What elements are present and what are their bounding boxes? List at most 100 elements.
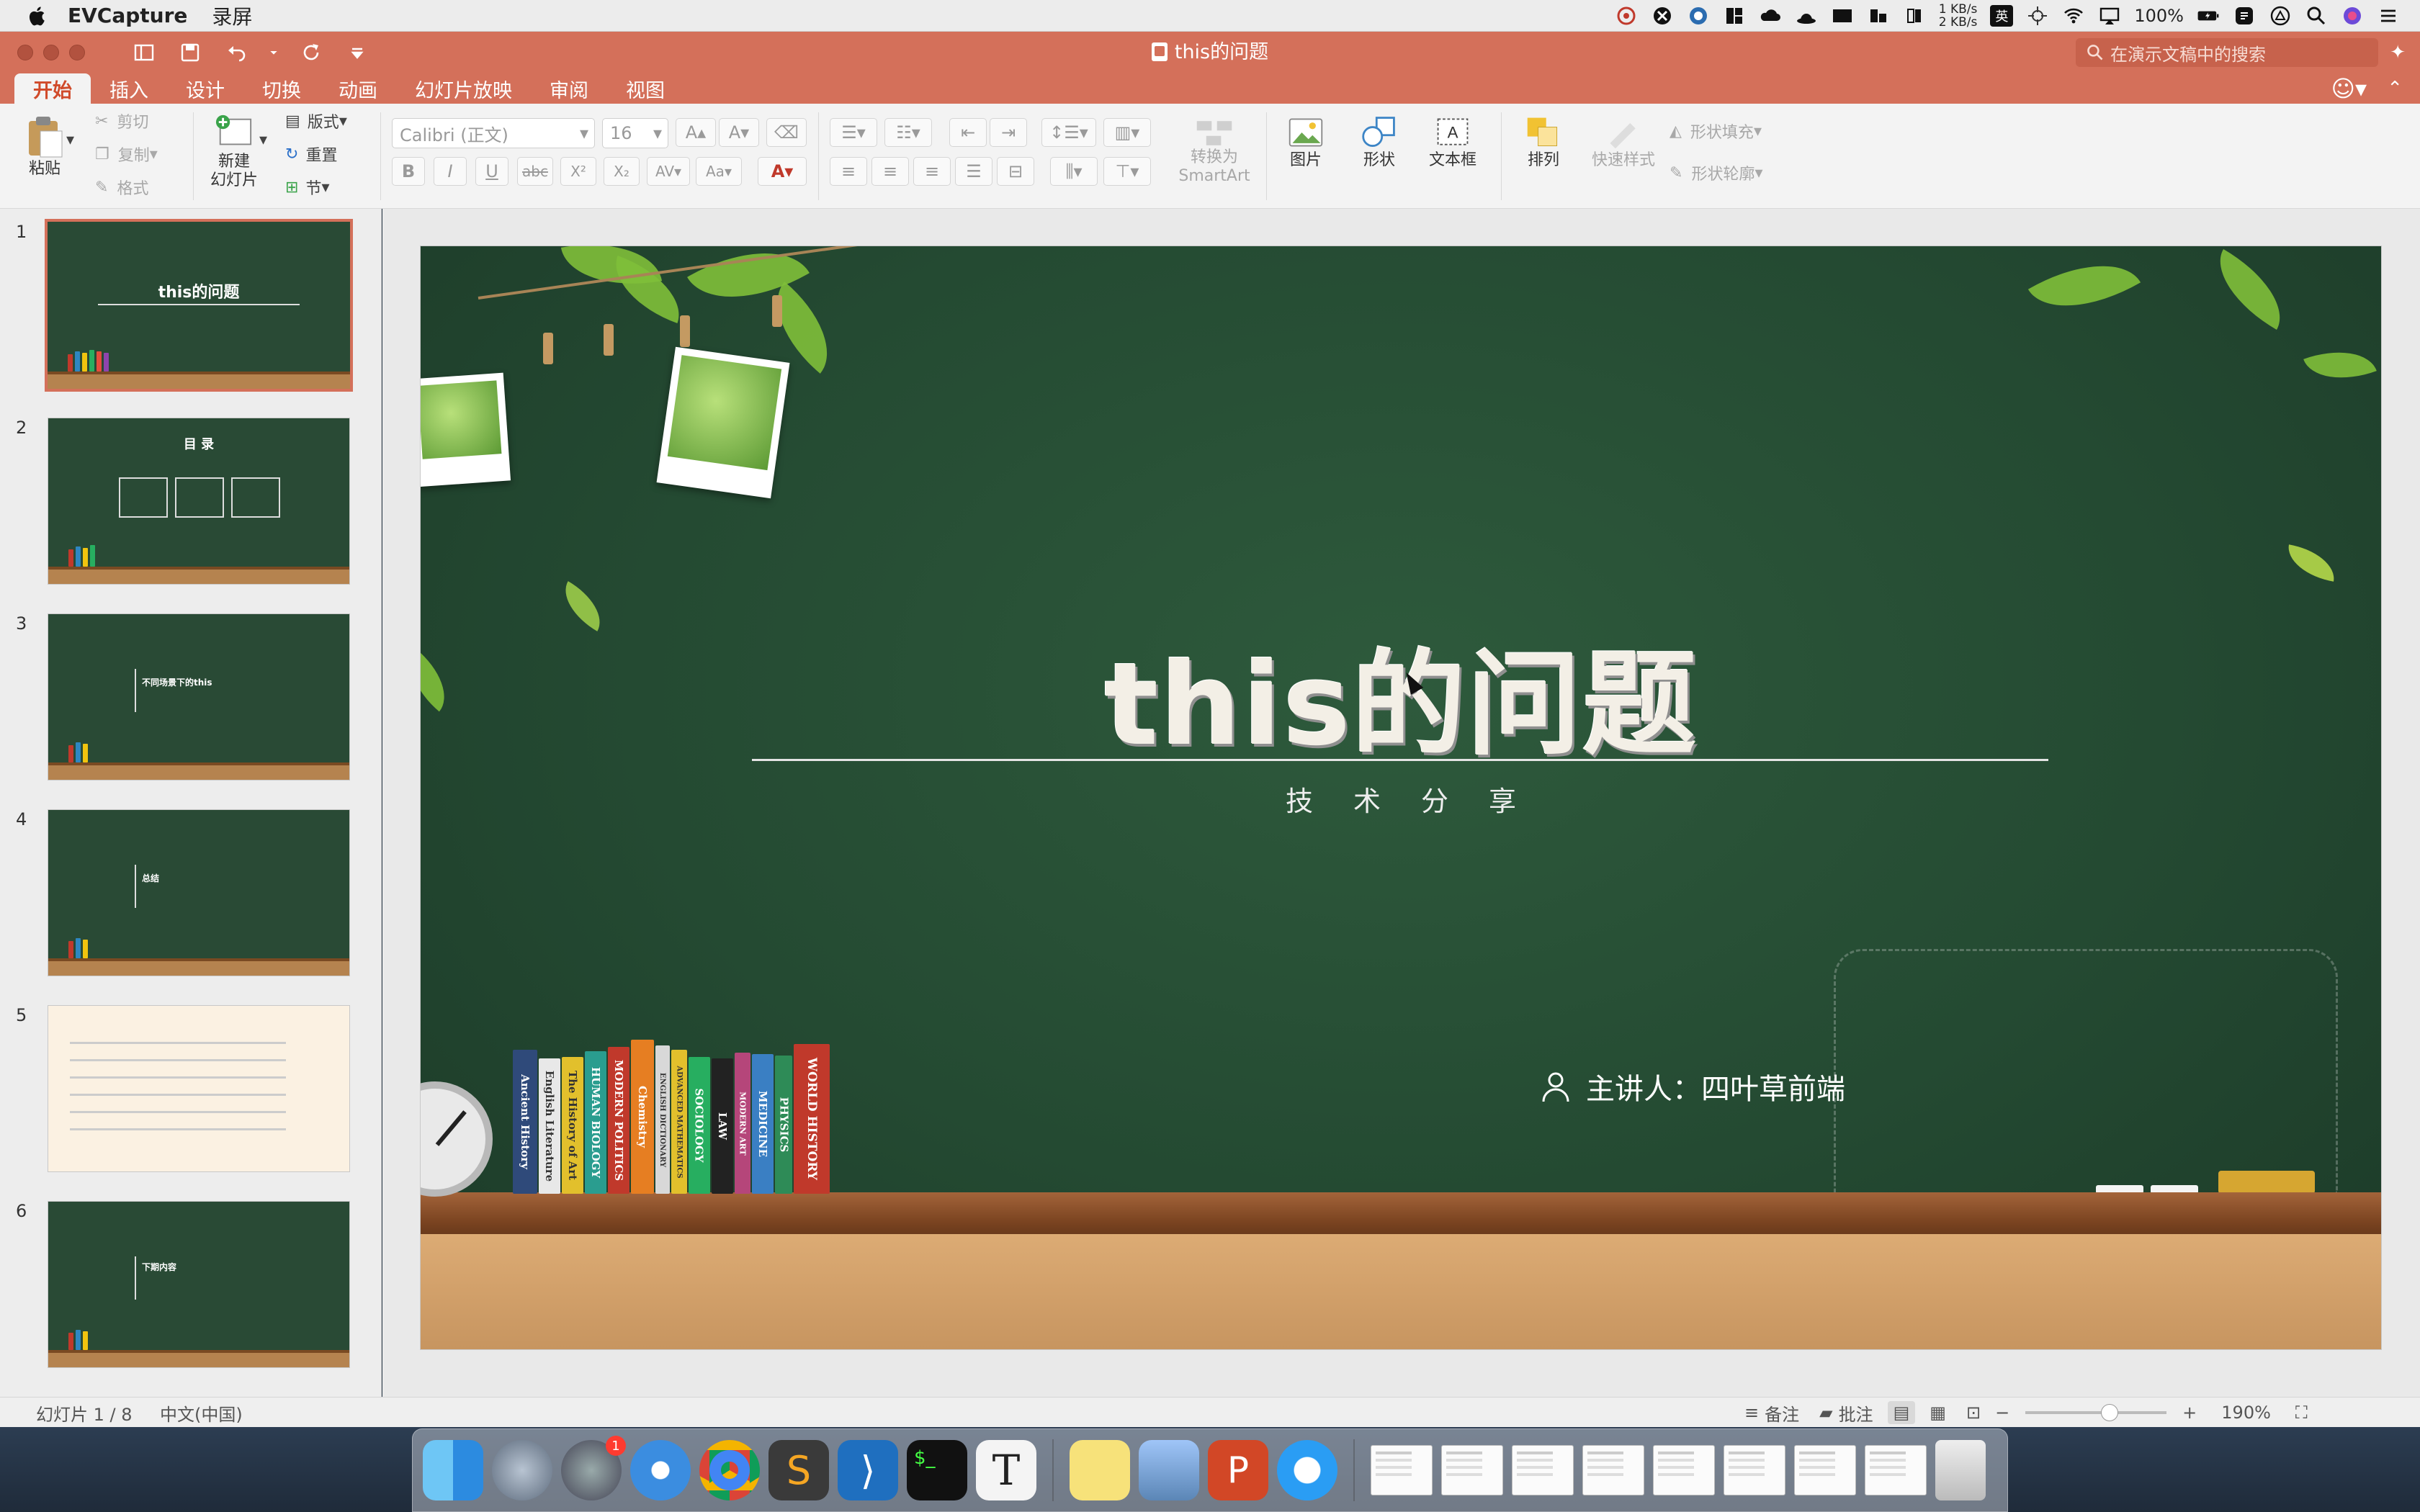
bullets-icon[interactable]: ☰▾ [830,118,877,147]
new-slide-dropdown-icon[interactable]: ▾ [259,131,267,149]
line-spacing-icon[interactable]: ↕☰▾ [1041,118,1096,147]
thumbnail-preview[interactable]: 下期内容 [48,1201,350,1368]
presenter-line[interactable]: 主讲人：四叶草前端 [1540,1066,1845,1107]
slide-thumbnail-4[interactable]: 4 总结 [0,796,382,984]
zoom-in-icon[interactable]: + [2182,1403,2197,1423]
notification-center-icon[interactable] [2377,5,2400,27]
font-color-icon[interactable]: A▾ [758,157,807,186]
undo-icon[interactable] [220,38,252,67]
reset-button[interactable]: ↻ 重置 [285,143,337,166]
distributed-icon[interactable]: ⊟ [997,157,1034,186]
siri-icon[interactable] [2341,5,2364,27]
zoom-slider-knob[interactable] [2101,1404,2119,1421]
minimized-window[interactable] [1794,1445,1856,1495]
terminal-icon[interactable]: $_ [907,1440,967,1500]
zoom-out-icon[interactable]: − [1995,1403,2009,1423]
zoom-level[interactable]: 190% [2221,1403,2271,1423]
redo-icon[interactable] [295,38,327,67]
wifi-icon[interactable] [2062,5,2085,27]
textbox-button[interactable]: A 文本框 [1422,114,1484,170]
char-spacing-icon[interactable]: AV▾ [647,157,690,186]
share-icon[interactable]: ✦ [2390,42,2406,63]
cut-button[interactable]: ✂ 剪切 [95,109,148,132]
thumbnail-preview[interactable] [48,1005,350,1172]
decrease-indent-icon[interactable]: ⇤ [949,118,987,147]
menu-item-record[interactable]: 录屏 [212,1,252,30]
new-slide-button[interactable]: 新建 幻灯片 [205,114,264,190]
numbering-icon[interactable]: ☷▾ [884,118,932,147]
copy-button[interactable]: ❐ 复制 ▾ [95,143,158,166]
tab-view[interactable]: 视图 [607,73,684,104]
tab-slideshow[interactable]: 幻灯片放映 [396,73,531,104]
minimized-window[interactable] [1653,1445,1715,1495]
collapse-ribbon-icon[interactable]: ⌃ [2387,73,2403,104]
increase-indent-icon[interactable]: ⇥ [990,118,1027,147]
slideshow-view-button[interactable]: ⊡ [1960,1401,1986,1424]
comments-button[interactable]: ▰ 批注 [1814,1401,1878,1425]
save-icon[interactable] [174,38,206,67]
xcode-tool-icon[interactable] [1651,5,1674,27]
sketch-app-icon[interactable] [2233,5,2256,27]
columns-icon[interactable]: ▥▾ [1103,118,1151,147]
quick-styles-button[interactable]: 快速样式 [1585,114,1662,170]
section-button[interactable]: ⊞ 节 ▾ [285,176,330,199]
language-indicator[interactable]: 中文(中国) [160,1398,243,1428]
zoom-window-button[interactable] [69,45,85,60]
tab-transitions[interactable]: 切换 [243,73,320,104]
minimized-window[interactable] [1441,1445,1503,1495]
close-window-button[interactable] [17,45,33,60]
minimized-window[interactable] [1512,1445,1574,1495]
preview-icon[interactable] [1139,1440,1199,1500]
compass-icon[interactable] [2269,5,2292,27]
paste-dropdown-icon[interactable]: ▾ [66,131,74,149]
format-painter-button[interactable]: ✎ 格式 [95,176,148,199]
slide-thumbnail-2[interactable]: 2 目 录 [0,405,382,592]
thumbnail-preview[interactable]: 总结 [48,809,350,976]
input-method-icon[interactable]: 英 [1990,5,2014,27]
search-input[interactable]: 在演示文稿中的搜索 [2110,40,2266,66]
trash-icon[interactable] [1935,1440,1986,1500]
powerpoint-icon[interactable]: P [1208,1440,1268,1500]
font-name-select[interactable]: Calibri (正文) ▾ [392,118,595,148]
align-text-icon[interactable]: ⊤▾ [1103,157,1151,186]
layout-button[interactable]: ▤ 版式 ▾ [285,109,347,132]
shape-fill-button[interactable]: ◭ 形状填充 ▾ [1670,120,1762,143]
font-size-select[interactable]: 16 ▾ [602,118,668,148]
strikethrough-icon[interactable]: abc [517,157,553,186]
tab-insert[interactable]: 插入 [91,73,167,104]
system-preferences-icon[interactable]: 1 [561,1436,626,1500]
notes-button[interactable]: ≡ 备注 [1739,1401,1805,1425]
search-box[interactable]: 在演示文稿中的搜索 [2076,38,2378,67]
picture-button[interactable]: 图片 [1275,114,1337,170]
vscode-icon[interactable]: ⟩ [838,1440,898,1500]
slide-thumbnail-5[interactable]: 5 [0,992,382,1179]
justify-icon[interactable]: ☰ [955,157,992,186]
sorter-view-button[interactable]: ▦ [1924,1401,1952,1424]
slide-thumbnail-1[interactable]: 1 this的问题 [0,209,382,396]
convert-smartart-button[interactable]: 转换为 SmartArt [1171,118,1258,186]
text-direction-icon[interactable]: ⫼▾ [1050,157,1098,186]
minimized-window[interactable] [1582,1445,1644,1495]
slide-thumbnail-3[interactable]: 3 不同场景下的this [0,600,382,788]
finder-icon[interactable] [423,1440,483,1500]
crosshair-icon[interactable] [2026,5,2049,27]
slide-subtitle[interactable]: 技术分享 [421,779,2381,819]
bowler-hat-icon[interactable] [1795,5,1818,27]
thumbnail-preview[interactable]: 不同场景下的this [48,613,350,780]
tab-home[interactable]: 开始 [14,73,91,104]
thumbnail-preview[interactable]: 目 录 [48,418,350,585]
cloud-icon[interactable] [1759,5,1782,27]
minimized-window[interactable] [1724,1445,1785,1495]
battery-icon[interactable] [2197,5,2220,27]
underline-icon[interactable]: U [475,157,508,186]
tab-review[interactable]: 审阅 [531,73,607,104]
safari-icon[interactable] [630,1440,691,1500]
app-name[interactable]: EVCapture [68,4,187,27]
launchpad-icon[interactable] [492,1440,552,1500]
minimize-window-button[interactable] [43,45,59,60]
change-case-icon[interactable]: Aa▾ [696,157,742,186]
slide-title[interactable]: this的问题 [421,612,2381,777]
typora-icon[interactable]: T [976,1440,1036,1500]
sublime-text-icon[interactable]: S [768,1440,829,1500]
chrome-icon[interactable] [699,1440,760,1500]
